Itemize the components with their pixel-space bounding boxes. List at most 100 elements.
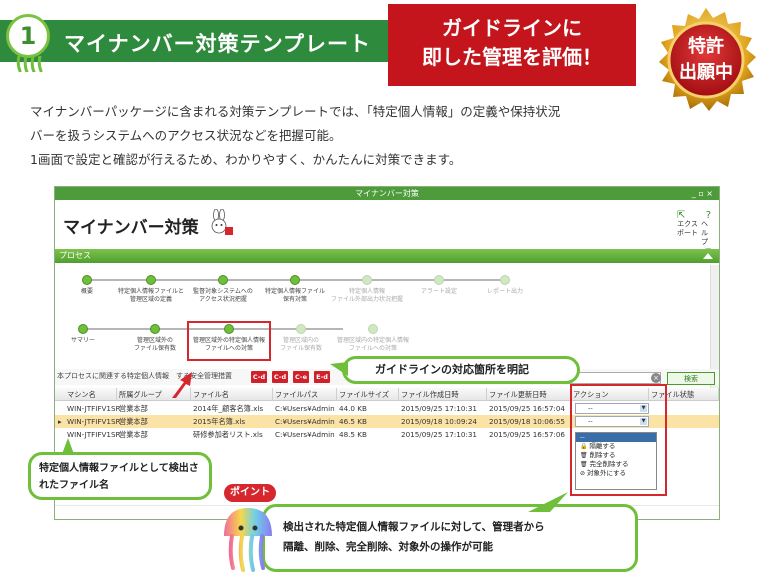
table-cell-path: C:¥Users¥Admin (275, 404, 335, 413)
dropdown-option-label: 対象外にする (586, 469, 627, 477)
guideline-tag[interactable]: C-e (293, 371, 309, 383)
table-cell-updated: 2015/09/18 10:06:55 (489, 417, 565, 426)
dropdown-option[interactable]: 🗑 削除する (576, 451, 656, 460)
guideline-banner: ガイドラインに 即した管理を評価！ (388, 4, 636, 86)
trash-red-icon: 🗑 (580, 461, 590, 468)
clear-search-icon[interactable]: × (651, 373, 661, 383)
process-step-dot[interactable] (434, 275, 444, 285)
callout-guideline: ガイドラインの対応箇所を明記 (342, 356, 580, 384)
callout-actions-line-2: 隔離、削除、完全削除、対象外の操作が可能 (283, 541, 493, 553)
guideline-tag[interactable]: C-d (251, 371, 267, 383)
row-indicator-icon: ▸ (58, 417, 62, 426)
intro-line-2: バーを扱うシステムへのアクセス状況などを把握可能。 (30, 128, 342, 143)
process-step-dot[interactable] (362, 275, 372, 285)
dropdown-option[interactable]: ⊘ 対象外にする (576, 469, 656, 478)
callout-actions-line-1: 検出された特定個人情報ファイルに対して、管理者から (283, 521, 545, 533)
process-step-label[interactable]: 監督対象システムへの アクセス状況把握 (183, 288, 263, 304)
exclude-icon: ⊘ (580, 470, 587, 477)
intro-text: マイナンバーパッケージに含まれる対策テンプレートでは、「特定個人情報」の定義や保… (30, 100, 638, 172)
seal-line-2: 出願中 (679, 62, 733, 83)
process-header[interactable]: プロセス (55, 249, 719, 263)
callout-left-pointer-icon (62, 438, 74, 454)
substep-dot[interactable] (78, 324, 88, 334)
dropdown-option-label: 完全削除する (589, 460, 629, 468)
window-controls[interactable]: _ ▫ × (692, 187, 713, 200)
app-title: マイナンバー対策 (63, 218, 199, 238)
export-label[interactable]: エクス ポート (677, 220, 698, 247)
substep-label[interactable]: 管理区域内の特定個人情報 ファイルへの対策 (333, 337, 413, 353)
page: 1 マイナンバー対策テンプレート ガイドラインに 即した管理を評価！ 特許 出願… (0, 0, 776, 578)
section-title: マイナンバー対策テンプレート (64, 32, 371, 56)
table-cell-size: 48.5 KB (339, 430, 367, 439)
column-header[interactable]: マシン名 (55, 388, 117, 401)
substep-dot[interactable] (296, 324, 306, 334)
process-step-dot[interactable] (290, 275, 300, 285)
column-header[interactable]: ファイル名 (191, 388, 273, 401)
table-cell-file: 2015年名簿.xls (193, 417, 246, 426)
process-step-dot[interactable] (146, 275, 156, 285)
step-number-badge: 1 (6, 14, 50, 58)
table-cell-machine: WIN-JTFIFV1SR (67, 417, 121, 426)
dropdown-option-label: -- (580, 433, 585, 441)
table-cell-machine: WIN-JTFIFV1SR (67, 404, 121, 413)
substep-label[interactable]: サマリー (43, 337, 123, 345)
table-cell-created: 2015/09/18 10:09:24 (401, 417, 477, 426)
dropdown-option-label: 隔離する (589, 442, 616, 450)
substep-label[interactable]: 管理区域内の ファイル保有数 (261, 337, 341, 353)
process-step-dot[interactable] (500, 275, 510, 285)
help-icon[interactable]: ? (706, 211, 711, 221)
callout-actions: 検出された特定個人情報ファイルに対して、管理者から 隔離、削除、完全削除、対象外… (262, 504, 638, 572)
table-cell-size: 46.5 KB (339, 417, 367, 426)
seal-line-1: 特許 (688, 36, 724, 57)
rabbit-mascot-icon (211, 209, 233, 235)
callout-filename: 特定個人情報ファイルとして検出されたファイル名 (28, 452, 212, 500)
table-cell-group: 営業本部 (119, 430, 148, 439)
table-cell-created: 2015/09/25 17:10:31 (401, 404, 477, 413)
guideline-tag[interactable]: C-d (272, 371, 288, 383)
jellyfish-legs-icon (16, 56, 43, 72)
process-step-dot[interactable] (82, 275, 92, 285)
dropdown-option[interactable]: 🔒 隔離する (576, 442, 656, 451)
intro-line-1: マイナンバーパッケージに含まれる対策テンプレートでは、「特定個人情報」の定義や保… (30, 104, 561, 119)
banner-line-2: 即した管理を評価！ (422, 45, 602, 69)
process-step-label[interactable]: 特定個人情報 ファイル外部出力状況把握 (327, 288, 407, 304)
column-header[interactable]: ファイル更新日時 (487, 388, 571, 401)
export-icon[interactable]: ⇱ (677, 211, 685, 221)
table-cell-updated: 2015/09/25 16:57:04 (489, 404, 565, 413)
substep-label[interactable]: 管理区域外の ファイル保有数 (115, 337, 195, 353)
callout-pointer-icon (330, 362, 348, 376)
substep-dot[interactable] (368, 324, 378, 334)
column-header[interactable]: ファイル作成日時 (399, 388, 487, 401)
table-cell-file: 研修参加者リスト.xls (193, 430, 263, 439)
process-step-label[interactable]: レポート出力 (465, 288, 545, 296)
dropdown-option[interactable]: 🗑 完全削除する (576, 460, 656, 469)
dropdown-option-label: 削除する (589, 451, 616, 459)
table-cell-file: 2014年_顧客名簿.xls (193, 404, 264, 413)
callout-bottom-pointer-icon (528, 492, 568, 512)
red-arrow-icon (172, 372, 192, 398)
action-dropdown-list[interactable]: -- 🔒 隔離する 🗑 削除する 🗑 完全削除する ⊘ 対象外にする (575, 432, 657, 490)
banner-line-1: ガイドラインに (442, 16, 582, 40)
seal-text: 特許 出願中 (650, 34, 762, 86)
table-cell-path: C:¥Users¥Admin (275, 417, 335, 426)
process-step-label[interactable]: 特定個人情報ファイルと 管理区域の定義 (111, 288, 191, 304)
search-button[interactable]: 検索 (667, 372, 715, 385)
point-badge: ポイント (224, 484, 276, 502)
filter-description: 本プロセスに関連する特定個人情報 する安全管理措置 (57, 372, 232, 380)
column-header[interactable]: ファイルサイズ (337, 388, 399, 401)
column-header[interactable]: ファイルパス (273, 388, 337, 401)
table-cell-size: 44.0 KB (339, 404, 367, 413)
collapse-triangle-icon[interactable] (703, 253, 713, 259)
dropdown-option[interactable]: -- (576, 433, 656, 442)
help-label[interactable]: ヘルプ (698, 220, 711, 247)
trash-icon: 🗑 (580, 452, 590, 459)
process-step-label[interactable]: 特定個人情報ファイル 保有対策 (255, 288, 335, 304)
table-cell-group: 営業本部 (119, 404, 148, 413)
table-cell-created: 2015/09/25 17:10:31 (401, 430, 477, 439)
substep-dot[interactable] (150, 324, 160, 334)
substep-highlight-box (187, 321, 271, 361)
guideline-tag[interactable]: E-d (314, 371, 330, 383)
intro-line-3: 1画面で設定と確認が行えるため、わかりやすく、かんたんに対策できます。 (30, 152, 462, 167)
table-cell-path: C:¥Users¥Admin (275, 430, 335, 439)
process-step-dot[interactable] (218, 275, 228, 285)
